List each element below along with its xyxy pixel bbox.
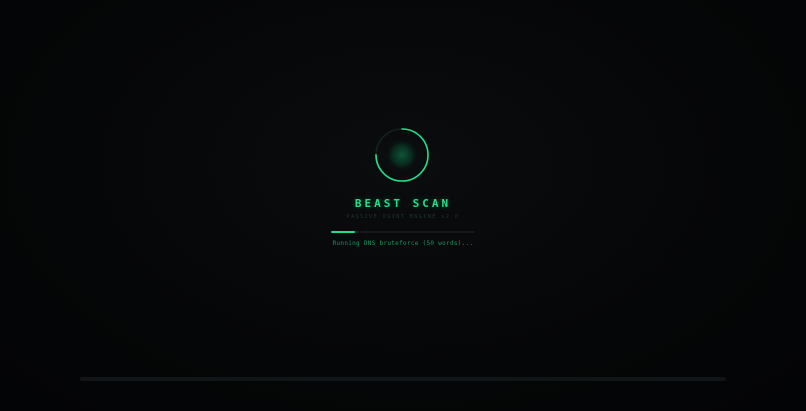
progress-bar: [331, 231, 475, 233]
radar-spinner-icon: [373, 126, 431, 184]
app-subtitle: PASSIVE OSINT ENGINE v2.0: [346, 214, 460, 220]
status-text: Running DNS bruteforce (50 words)...: [332, 240, 474, 247]
progress-fill: [331, 231, 356, 233]
spinner-core: [385, 138, 419, 172]
app-screen: BEAST SCAN PASSIVE OSINT ENGINE v2.0 Run…: [0, 0, 806, 411]
loading-overlay: BEAST SCAN PASSIVE OSINT ENGINE v2.0 Run…: [0, 0, 806, 411]
app-title: BEAST SCAN: [354, 197, 452, 210]
bottom-scrollbar[interactable]: [80, 377, 726, 381]
